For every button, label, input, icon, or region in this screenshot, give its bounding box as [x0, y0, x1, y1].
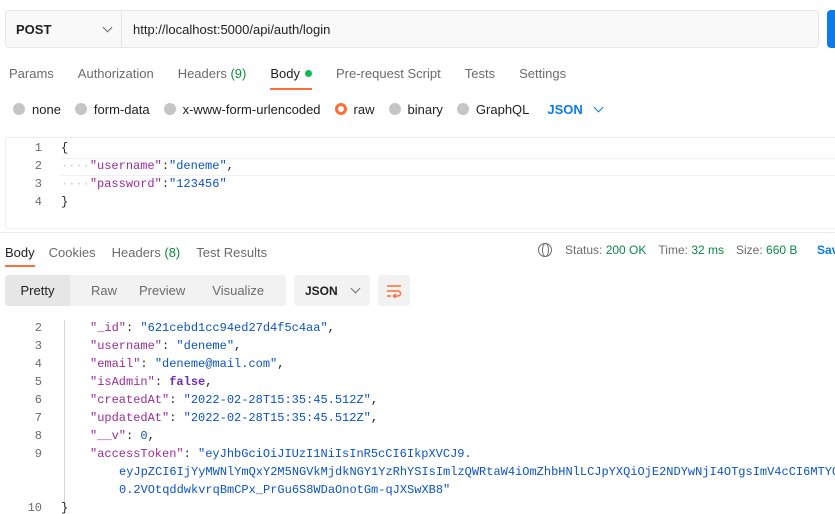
tab-test-results[interactable]: Test Results	[196, 241, 267, 267]
radio-icon	[74, 103, 87, 115]
code-line: "email": "deneme@mail.com",	[90, 357, 285, 371]
response-tabs: Body Cookies Headers (8) Test Results	[0, 241, 291, 267]
line-number: 1	[34, 141, 42, 155]
request-tabs: Params Authorization Headers (9) Body Pr…	[0, 62, 590, 90]
line-number: 4	[34, 195, 42, 209]
radio-icon	[13, 103, 25, 115]
radio-icon	[163, 103, 176, 115]
response-status: Status: 200 OK Time: 32 ms Size: 660 B	[538, 243, 797, 257]
tab-params[interactable]: Params	[9, 62, 54, 90]
line-number: 10	[27, 501, 42, 514]
response-size: 660 B	[766, 243, 798, 257]
url-bar: POST http://localhost:5000/api/auth/logi…	[5, 10, 819, 48]
view-visualize[interactable]: Visualize	[198, 275, 277, 306]
body-format-select[interactable]: JSON	[547, 102, 604, 117]
code-line: "accessToken": "eyJhbGciOiJIUzI1NiIsInR5…	[90, 447, 472, 461]
body-type-group: none form-data x-www-form-urlencoded raw…	[0, 99, 604, 119]
chevron-down-icon	[350, 283, 361, 294]
line-number: 9	[34, 447, 42, 461]
code-line: "username": "deneme",	[90, 339, 242, 353]
view-pretty[interactable]: Pretty	[5, 275, 70, 306]
tab-pre-request-script[interactable]: Pre-request Script	[336, 62, 441, 90]
headers-count: (8)	[164, 245, 181, 260]
send-button[interactable]	[827, 10, 835, 48]
save-response-button[interactable]: Sav	[817, 243, 835, 257]
code-line: "updatedAt": "2022-02-28T15:35:45.512Z",	[90, 411, 379, 425]
code-line-wrapped: eyJpZCI6IjYyMWNlYmQxY2M5NGVkMjdkNGY1YzRh…	[119, 465, 835, 479]
line-number: 6	[34, 393, 42, 407]
headers-count: (9)	[230, 66, 247, 81]
line-number: 7	[34, 411, 42, 425]
radio-raw[interactable]: raw	[334, 102, 375, 117]
method-select[interactable]: POST	[6, 11, 122, 47]
status-code: 200 OK	[605, 243, 647, 257]
line-number: 2	[34, 159, 42, 173]
tab-authorization[interactable]: Authorization	[78, 62, 154, 90]
line-number: 3	[34, 177, 42, 191]
tab-response-body[interactable]: Body	[5, 241, 35, 267]
tab-response-headers[interactable]: Headers (8)	[112, 241, 181, 267]
code-line: "createdAt": "2022-02-28T15:35:45.512Z",	[90, 393, 379, 407]
chevron-down-icon	[593, 102, 604, 112]
code-line: }	[61, 501, 69, 514]
code-line: }	[61, 195, 69, 209]
tab-cookies[interactable]: Cookies	[49, 241, 96, 267]
globe-icon[interactable]	[538, 243, 552, 257]
radio-binary[interactable]: binary	[388, 102, 443, 117]
url-input[interactable]: http://localhost:5000/api/auth/login	[122, 11, 330, 47]
tab-headers[interactable]: Headers (9)	[178, 62, 247, 90]
code-line: ····"username":"deneme",	[61, 159, 234, 173]
code-line: "__v": 0,	[90, 429, 155, 443]
line-number: 2	[34, 321, 42, 335]
wrap-lines-button[interactable]	[378, 275, 410, 306]
radio-form-data[interactable]: form-data	[74, 102, 150, 117]
view-preview[interactable]: Preview	[130, 275, 198, 306]
radio-x-www-form-urlencoded[interactable]: x-www-form-urlencoded	[163, 102, 321, 117]
code-line: ····"password":"123456"	[61, 177, 227, 191]
line-number: 8	[34, 429, 42, 443]
radio-selected-icon	[334, 103, 347, 115]
view-raw[interactable]: Raw	[70, 275, 130, 306]
tab-body[interactable]: Body	[270, 62, 312, 90]
radio-icon	[388, 103, 401, 115]
response-view-tabs: Pretty Raw Preview Visualize	[5, 275, 286, 306]
line-number: 3	[34, 339, 42, 353]
radio-none[interactable]: none	[13, 102, 61, 117]
wrap-lines-icon	[387, 284, 402, 298]
indent-guide	[64, 320, 65, 510]
radio-icon	[456, 103, 469, 115]
code-line-wrapped: 0.2VOtqddwkvrqBmCPx_PrGu6S8WDaOnotGm-qJX…	[119, 483, 451, 497]
response-divider	[0, 232, 835, 233]
tab-tests[interactable]: Tests	[465, 62, 495, 90]
line-number: 4	[34, 357, 42, 371]
response-format-select[interactable]: JSON	[294, 275, 370, 306]
line-number: 5	[34, 375, 42, 389]
code-line: {	[61, 141, 69, 155]
response-time: 32 ms	[691, 243, 724, 257]
code-line: "_id": "621cebd1cc94ed27d4f5c4aa",	[90, 321, 335, 335]
radio-graphql[interactable]: GraphQL	[456, 102, 529, 117]
code-line: "isAdmin": false,	[90, 375, 213, 389]
tab-settings[interactable]: Settings	[519, 62, 566, 90]
method-label: POST	[16, 21, 52, 37]
body-indicator-dot	[304, 70, 312, 77]
chevron-down-icon	[102, 22, 113, 32]
